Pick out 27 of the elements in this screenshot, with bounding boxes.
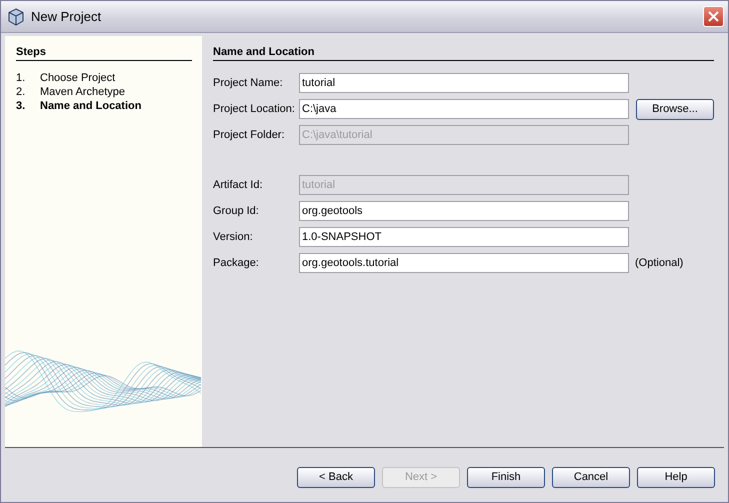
dialog-button[interactable]: Finish [467, 466, 545, 488]
dialog-button[interactable]: < Back [297, 466, 375, 488]
section-heading: Name and Location [213, 46, 714, 61]
input-field[interactable]: org.geotools [299, 201, 629, 221]
input-field[interactable]: C:\java [299, 99, 629, 119]
browse-button[interactable]: Browse... [636, 98, 714, 120]
field-label: Package: [213, 257, 260, 269]
step-item: 2. Maven Archetype [16, 86, 126, 100]
step-item: 3. Name and Location [16, 100, 142, 114]
field-label: Version: [213, 231, 254, 243]
optional-note: (Optional) [635, 257, 684, 269]
field-label: Project Name: [213, 77, 284, 89]
input-field[interactable]: tutorial [299, 73, 629, 93]
dialog-button[interactable]: Help [637, 466, 715, 488]
dialog-button[interactable]: Cancel [552, 466, 630, 488]
field-label: Artifact Id: [213, 179, 264, 191]
field-label: Project Folder: [213, 129, 286, 141]
cube-icon [7, 8, 25, 26]
input-field[interactable]: 1.0-SNAPSHOT [299, 227, 629, 247]
window-title: New Project [31, 9, 102, 24]
input-field[interactable]: org.geotools.tutorial [299, 253, 629, 273]
field-label: Group Id: [213, 205, 260, 217]
step-item: 1. Choose Project [16, 72, 116, 86]
steps-heading: Steps [16, 46, 192, 61]
close-button[interactable] [703, 6, 724, 27]
field-label: Project Location: [213, 103, 296, 115]
close-icon [708, 11, 719, 22]
